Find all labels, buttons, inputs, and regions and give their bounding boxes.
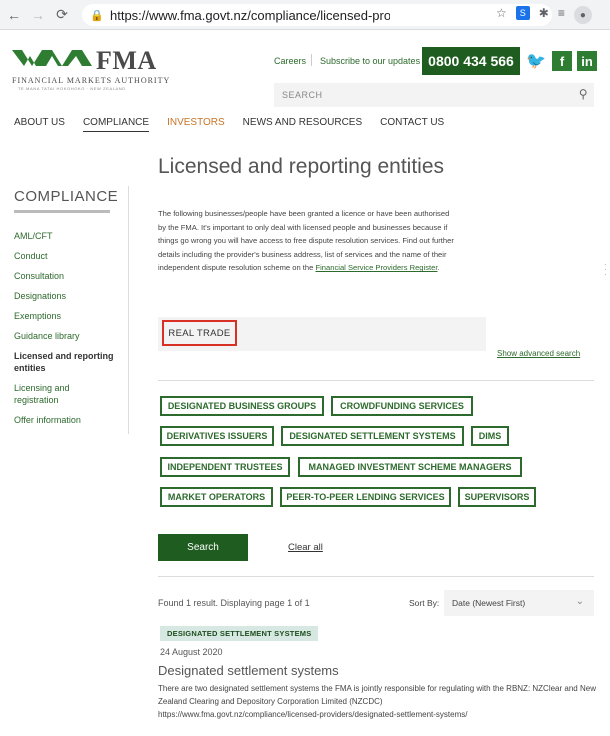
browser-toolbar: ← → ⟳ 🔒 https://www.fma.govt.nz/complian…	[0, 0, 610, 30]
sidebar-item-conduct[interactable]: Conduct	[14, 250, 114, 262]
filter-derivatives-issuers[interactable]: DERIVATIVES ISSUERS	[160, 426, 274, 446]
sidebar-item-guidance-library[interactable]: Guidance library	[14, 330, 114, 342]
extension-s-icon[interactable]: S	[515, 6, 530, 20]
sidebar-item-consultation[interactable]: Consultation	[14, 270, 114, 282]
result-count: Found 1 result. Displaying page 1 of 1	[158, 598, 310, 608]
search-icon[interactable]: ⚲	[579, 87, 588, 101]
sidebar-item-offer-information[interactable]: Offer information	[14, 414, 114, 426]
sidebar-item-licensing[interactable]: Licensing and registration	[14, 382, 114, 406]
filter-managed-investment-scheme-managers[interactable]: MANAGED INVESTMENT SCHEME MANAGERS	[298, 457, 522, 477]
filter-supervisors[interactable]: SUPERVISORS	[458, 487, 536, 507]
result-url[interactable]: https://www.fma.govt.nz/compliance/licen…	[158, 710, 467, 719]
clear-all-link[interactable]: Clear all	[288, 542, 323, 553]
logo-tagline: TE MANA TATAI HOKOHOKO · NEW ZEALAND	[18, 86, 126, 91]
sidebar-item-licensed-entities[interactable]: Licensed and reporting entities	[14, 350, 114, 374]
filter-independent-trustees[interactable]: INDEPENDENT TRUSTEES	[160, 457, 290, 477]
result-date: 24 August 2020	[160, 647, 223, 657]
sidebar-item-aml-cft[interactable]: AML/CFT	[14, 230, 114, 242]
careers-link[interactable]: Careers	[274, 56, 306, 66]
address-url[interactable]: https://www.fma.govt.nz/compliance/licen…	[110, 8, 390, 23]
sidebar-divider	[14, 210, 110, 213]
extension-icons: ☆ S ✱ ≡ ●	[496, 6, 592, 24]
sort-label: Sort By:	[409, 598, 440, 608]
filter-market-operators[interactable]: MARKET OPERATORS	[160, 487, 273, 507]
fma-wave-logo-icon	[12, 50, 92, 66]
chevron-down-icon: ⌄	[575, 596, 584, 607]
lock-icon: 🔒	[90, 9, 104, 22]
fma-logo[interactable]: FMA FINANCIAL MARKETS AUTHORITY TE MANA …	[12, 46, 169, 92]
back-icon[interactable]: ←	[4, 5, 24, 25]
sidebar-item-exemptions[interactable]: Exemptions	[14, 310, 114, 322]
sidebar-menu: AML/CFT Conduct Consultation Designation…	[14, 230, 114, 434]
nav-contact-us[interactable]: CONTACT US	[380, 117, 444, 132]
scrollbar-handle[interactable]: · · ·	[604, 261, 607, 279]
show-advanced-search-link[interactable]: Show advanced search	[497, 349, 580, 358]
sidebar-title: COMPLIANCE	[14, 188, 119, 205]
sidebar-border	[128, 186, 129, 434]
reading-list-icon[interactable]: ≡	[558, 6, 565, 24]
sort-select[interactable]: Date (Newest First) ⌄	[444, 590, 594, 616]
main-nav: ABOUT US COMPLIANCE INVESTORS NEWS AND R…	[14, 117, 444, 132]
linkedin-icon[interactable]: in	[577, 51, 597, 71]
twitter-icon[interactable]: 🐦	[526, 51, 546, 71]
address-bar[interactable]: 🔒 https://www.fma.govt.nz/compliance/lic…	[82, 4, 552, 26]
filter-peer-to-peer-lending-services[interactable]: PEER-TO-PEER LENDING SERVICES	[280, 487, 451, 507]
forward-icon[interactable]: →	[28, 5, 48, 25]
page-title: Licensed and reporting entities	[158, 155, 445, 178]
logo-text: FMA	[96, 46, 157, 75]
search-query-value[interactable]: REAL TRADE	[162, 320, 237, 346]
facebook-icon[interactable]: f	[552, 51, 572, 71]
bookmark-star-icon[interactable]: ☆	[496, 6, 507, 24]
site-search-placeholder: SEARCH	[282, 90, 323, 100]
nav-news-and-resources[interactable]: NEWS AND RESOURCES	[243, 117, 362, 132]
divider	[311, 54, 312, 66]
filter-crowdfunding-services[interactable]: CROWDFUNDING SERVICES	[331, 396, 473, 416]
fsp-register-link[interactable]: Financial Service Providers Register	[315, 263, 437, 272]
result-title-link[interactable]: Designated settlement systems	[158, 663, 339, 678]
reload-icon[interactable]: ⟳	[52, 5, 72, 25]
nav-investors[interactable]: INVESTORS	[167, 117, 225, 132]
result-description: There are two designated settlement syst…	[158, 684, 596, 706]
sort-selected-value: Date (Newest First)	[452, 598, 526, 608]
search-button[interactable]: Search	[158, 534, 248, 561]
phone-number-button[interactable]: 0800 434 566	[422, 47, 520, 75]
profile-avatar-icon[interactable]: ●	[573, 6, 592, 24]
filter-designated-settlement-systems[interactable]: DESIGNATED SETTLEMENT SYSTEMS	[281, 426, 464, 446]
nav-about-us[interactable]: ABOUT US	[14, 117, 65, 132]
nav-compliance[interactable]: COMPLIANCE	[82, 117, 150, 132]
divider	[158, 380, 594, 381]
intro-end: .	[437, 263, 440, 273]
divider	[158, 576, 594, 577]
site-search-input[interactable]: SEARCH ⚲	[274, 83, 594, 107]
intro-text: The following businesses/people have bee…	[158, 207, 454, 275]
filter-dims[interactable]: DIMS	[471, 426, 509, 446]
result-category-badge[interactable]: DESIGNATED SETTLEMENT SYSTEMS	[160, 626, 319, 641]
logo-subtitle: FINANCIAL MARKETS AUTHORITY	[12, 76, 171, 85]
sidebar-item-designations[interactable]: Designations	[14, 290, 114, 302]
puzzle-icon[interactable]: ✱	[539, 6, 549, 24]
subscribe-link[interactable]: Subscribe to our updates	[320, 56, 420, 66]
filter-designated-business-groups[interactable]: DESIGNATED BUSINESS GROUPS	[160, 396, 324, 416]
